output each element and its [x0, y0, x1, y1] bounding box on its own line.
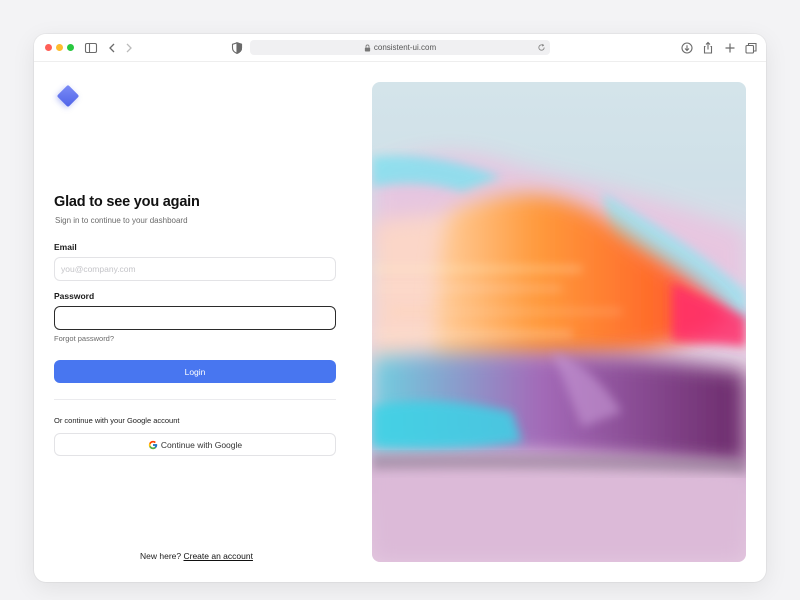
google-prompt-text: Or continue with your Google account [54, 416, 180, 425]
page-subtitle: Sign in to continue to your dashboard [55, 216, 188, 225]
email-field[interactable] [54, 257, 336, 281]
browser-toolbar: consistent-ui.com [34, 34, 766, 62]
google-button-label: Continue with Google [160, 439, 243, 450]
share-icon[interactable] [701, 41, 715, 55]
download-icon[interactable] [680, 41, 694, 55]
signup-footer: New here? Create an account [140, 551, 253, 561]
tab-overview-icon[interactable] [744, 41, 758, 55]
email-label: Email [54, 242, 77, 252]
close-window-button[interactable] [45, 44, 52, 51]
minimize-window-button[interactable] [56, 44, 63, 51]
privacy-shield-icon[interactable] [230, 41, 244, 55]
back-icon[interactable] [105, 41, 119, 55]
create-account-link[interactable]: Create an account [183, 551, 252, 561]
new-tab-icon[interactable] [723, 41, 737, 55]
brand-logo [56, 84, 80, 108]
abstract-gradient-artwork [372, 152, 746, 562]
url-text: consistent-ui.com [373, 43, 437, 52]
google-signin-button[interactable]: Continue with Google [54, 433, 336, 456]
page-title: Glad to see you again [54, 194, 200, 210]
hero-image [372, 82, 746, 562]
address-bar[interactable]: consistent-ui.com [250, 40, 550, 55]
sidebar-toggle-icon[interactable] [84, 41, 98, 55]
google-icon [148, 440, 158, 449]
login-button[interactable]: Login [54, 360, 336, 383]
password-label: Password [54, 291, 95, 301]
maximize-window-button[interactable] [67, 44, 74, 51]
signup-prompt: New here? [140, 551, 182, 561]
password-field[interactable] [54, 306, 336, 330]
reload-icon[interactable] [537, 43, 546, 52]
lock-icon [364, 44, 370, 52]
divider [54, 399, 336, 400]
browser-window: consistent-ui.com Glad to see you again … [34, 34, 766, 582]
forward-icon[interactable] [122, 41, 136, 55]
forgot-password-link[interactable]: Forgot password? [54, 334, 114, 343]
